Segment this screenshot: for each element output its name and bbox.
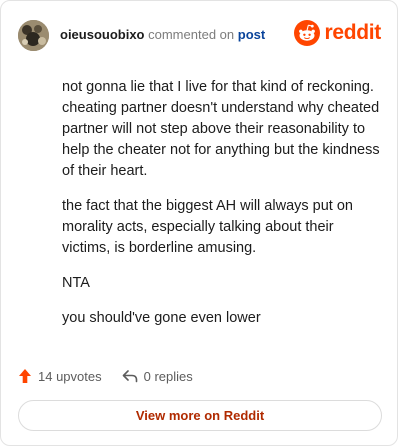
avatar-image bbox=[18, 19, 49, 51]
upvote-count: 14 upvotes bbox=[38, 368, 102, 384]
username-link[interactable]: oieusouobixo bbox=[60, 27, 145, 42]
comment-meta: oieusouobixo commented on post bbox=[60, 27, 265, 43]
upvote-arrow-icon bbox=[19, 369, 31, 383]
comment-body: not gonna lie that I live for that kind … bbox=[62, 77, 380, 343]
commented-on-text: commented on bbox=[148, 27, 235, 42]
comment-paragraph: you should've gone even lower bbox=[62, 310, 261, 326]
view-more-button[interactable]: View more on Reddit bbox=[18, 400, 382, 431]
comment-paragraph: NTA bbox=[62, 275, 90, 291]
reddit-wordmark: reddit bbox=[324, 21, 381, 44]
reddit-logo[interactable]: reddit bbox=[294, 20, 381, 46]
comment-paragraph: not gonna lie that I live for that kind … bbox=[62, 79, 380, 179]
reply-button[interactable]: 0 replies bbox=[122, 369, 193, 384]
comment-actions: 14 upvotes 0 replies bbox=[18, 365, 193, 387]
reddit-snoo-icon bbox=[294, 20, 321, 46]
reply-arrow-icon bbox=[122, 370, 137, 383]
avatar[interactable] bbox=[18, 19, 49, 51]
upvote-button[interactable]: 14 upvotes bbox=[18, 368, 102, 384]
reply-count: 0 replies bbox=[143, 368, 193, 384]
comment-header: oieusouobixo commented on post reddit bbox=[18, 18, 381, 52]
reddit-comment-embed: oieusouobixo commented on post reddit no… bbox=[0, 0, 398, 446]
comment-paragraph: the fact that the biggest AH will always… bbox=[62, 198, 353, 256]
post-link[interactable]: post bbox=[238, 27, 265, 42]
